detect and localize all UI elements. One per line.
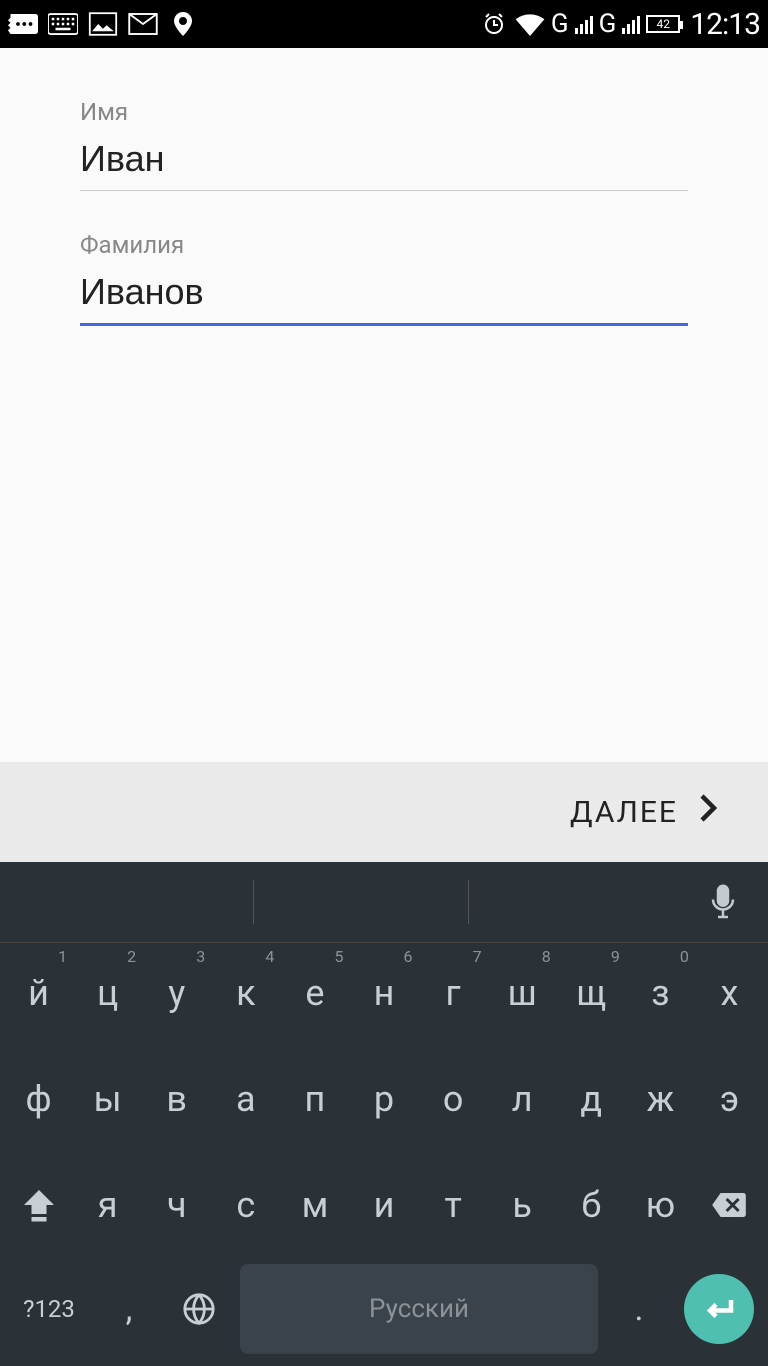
image-icon [88, 12, 118, 36]
location-icon [168, 12, 198, 36]
key-з[interactable]: з0 [626, 943, 695, 1043]
key-т[interactable]: т [419, 1155, 488, 1255]
spacer [0, 366, 768, 762]
key-я[interactable]: я [73, 1155, 142, 1255]
key-а[interactable]: а [211, 1049, 280, 1149]
last-name-field: Фамилия [80, 231, 688, 326]
chevron-right-icon [698, 793, 718, 831]
keyboard-icon [48, 12, 78, 36]
key-н[interactable]: н6 [349, 943, 418, 1043]
network-type-2: G [599, 9, 617, 39]
first-name-field: Имя [80, 98, 688, 191]
key-й[interactable]: й1 [4, 943, 73, 1043]
signal-bars-1 [575, 14, 593, 34]
key-б[interactable]: б [557, 1155, 626, 1255]
key-ц[interactable]: ц2 [73, 943, 142, 1043]
key-ф[interactable]: ф [4, 1049, 73, 1149]
period-key[interactable]: . [604, 1264, 674, 1354]
soft-keyboard: й1ц2у3к4е5н6г7ш8щ9з0х фывапролджэ ячсмит… [0, 862, 768, 1366]
more-icon [8, 12, 38, 36]
first-name-input[interactable] [80, 134, 688, 191]
symbols-key[interactable]: ?123 [4, 1264, 94, 1354]
signal-bars-2 [622, 14, 640, 34]
battery-level: 42 [657, 17, 671, 31]
key-row-1: й1ц2у3к4е5н6г7ш8щ9з0х [0, 943, 768, 1043]
key-г[interactable]: г7 [419, 943, 488, 1043]
first-name-label: Имя [80, 98, 688, 126]
key-е[interactable]: е5 [280, 943, 349, 1043]
key-х[interactable]: х [695, 943, 764, 1043]
enter-key[interactable] [674, 1264, 764, 1354]
space-key[interactable]: Русский [240, 1264, 598, 1354]
clock: 12:13 [690, 7, 760, 42]
key-ш[interactable]: ш8 [488, 943, 557, 1043]
key-row-2: фывапролджэ [0, 1049, 768, 1149]
next-button-label: ДАЛЕЕ [570, 795, 678, 830]
key-э[interactable]: э [695, 1049, 764, 1149]
mail-icon [128, 12, 158, 36]
key-л[interactable]: л [488, 1049, 557, 1149]
wifi-icon [515, 12, 545, 36]
key-row-4: ?123 , Русский . [0, 1261, 768, 1366]
last-name-input[interactable] [80, 267, 688, 326]
mic-icon[interactable] [708, 882, 738, 922]
backspace-key[interactable] [695, 1155, 764, 1255]
key-ч[interactable]: ч [142, 1155, 211, 1255]
suggestion-row [0, 862, 768, 942]
key-о[interactable]: о [419, 1049, 488, 1149]
status-right: G G 42 12:13 [479, 7, 760, 42]
key-row-3: ячсмитьбю [0, 1155, 768, 1255]
status-bar: G G 42 12:13 [0, 0, 768, 48]
last-name-label: Фамилия [80, 231, 688, 259]
name-form: Имя Фамилия [0, 48, 768, 366]
network-type-1: G [551, 9, 569, 39]
alarm-icon [479, 12, 509, 36]
key-ы[interactable]: ы [73, 1049, 142, 1149]
key-р[interactable]: р [349, 1049, 418, 1149]
status-left [8, 12, 198, 36]
key-в[interactable]: в [142, 1049, 211, 1149]
key-ж[interactable]: ж [626, 1049, 695, 1149]
key-и[interactable]: и [349, 1155, 418, 1255]
key-у[interactable]: у3 [142, 943, 211, 1043]
key-м[interactable]: м [280, 1155, 349, 1255]
key-п[interactable]: п [280, 1049, 349, 1149]
battery-icon: 42 [646, 15, 680, 33]
language-key[interactable] [164, 1264, 234, 1354]
key-с[interactable]: с [211, 1155, 280, 1255]
key-д[interactable]: д [557, 1049, 626, 1149]
key-к[interactable]: к4 [211, 943, 280, 1043]
next-button[interactable]: ДАЛЕЕ [570, 793, 718, 831]
key-ю[interactable]: ю [626, 1155, 695, 1255]
key-ь[interactable]: ь [488, 1155, 557, 1255]
bottom-action-bar: ДАЛЕЕ [0, 762, 768, 862]
comma-key[interactable]: , [94, 1264, 164, 1354]
shift-key[interactable] [4, 1155, 73, 1255]
key-щ[interactable]: щ9 [557, 943, 626, 1043]
